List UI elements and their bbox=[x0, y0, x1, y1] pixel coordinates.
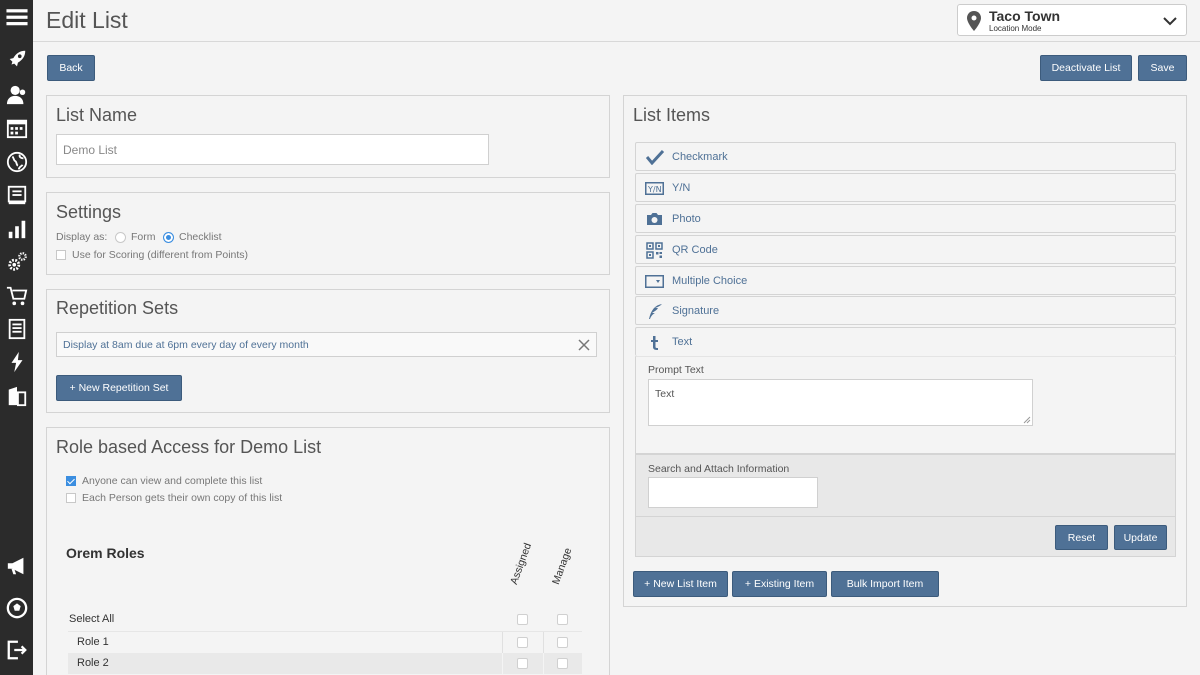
checklist-option-label: Checklist bbox=[179, 231, 222, 243]
qr-code-icon bbox=[645, 241, 664, 259]
menu-icon[interactable] bbox=[4, 4, 29, 29]
globe-icon[interactable] bbox=[4, 149, 29, 174]
roles-group-title: Orem Roles bbox=[66, 545, 145, 561]
soccer-ball-icon[interactable] bbox=[4, 595, 29, 620]
settings-title: Settings bbox=[56, 202, 122, 222]
lightning-icon[interactable] bbox=[4, 349, 29, 374]
list-item-label: Text bbox=[672, 336, 693, 348]
new-list-item-button[interactable]: + New List Item bbox=[633, 571, 728, 597]
text-icon bbox=[645, 333, 664, 351]
list-item-checkmark[interactable]: Checkmark bbox=[635, 142, 1176, 171]
quill-icon bbox=[645, 302, 664, 320]
close-icon[interactable] bbox=[578, 339, 590, 351]
select-all-row: Select All bbox=[68, 609, 582, 630]
chevron-down-icon bbox=[1163, 17, 1177, 26]
anyone-label: Anyone can view and complete this list bbox=[82, 475, 263, 487]
form-radio[interactable] bbox=[115, 232, 126, 243]
divider bbox=[636, 516, 1175, 517]
dropdown-icon bbox=[645, 272, 664, 290]
role-manage-checkbox[interactable] bbox=[557, 637, 568, 648]
repetition-title: Repetition Sets bbox=[56, 298, 179, 318]
calendar-icon[interactable] bbox=[4, 115, 29, 140]
location-selector[interactable]: Taco Town Location Mode bbox=[957, 4, 1187, 36]
role-label: Role 2 bbox=[77, 657, 109, 669]
scoring-label: Use for Scoring (different from Points) bbox=[72, 249, 249, 261]
list-name-input[interactable]: Demo List bbox=[56, 134, 489, 165]
list-item-signature[interactable]: Signature bbox=[635, 296, 1176, 325]
checkmark-icon bbox=[645, 148, 664, 166]
list-item-label: Checkmark bbox=[672, 151, 728, 163]
yes-no-icon: Y/N bbox=[645, 179, 664, 197]
bulk-import-item-button[interactable]: Bulk Import Item bbox=[831, 571, 939, 597]
svg-text:Y/N: Y/N bbox=[647, 185, 662, 194]
reset-button[interactable]: Reset bbox=[1055, 525, 1108, 550]
sidebar bbox=[0, 0, 33, 675]
bar-chart-icon[interactable] bbox=[4, 216, 29, 241]
role-manage-checkbox[interactable] bbox=[557, 658, 568, 669]
resize-handle-icon[interactable] bbox=[1023, 416, 1031, 424]
deactivate-list-button[interactable]: Deactivate List bbox=[1040, 55, 1132, 81]
select-all-manage-checkbox[interactable] bbox=[557, 614, 568, 625]
list-item-yes-no[interactable]: Y/N Y/N bbox=[635, 173, 1176, 202]
logout-icon[interactable] bbox=[4, 637, 29, 662]
table-row: Role 2 bbox=[68, 653, 582, 674]
top-bar: Edit List Taco Town Location Mode bbox=[33, 0, 1200, 42]
location-name: Taco Town bbox=[989, 8, 1061, 24]
list-item-label: Photo bbox=[672, 213, 701, 225]
list-item-label: QR Code bbox=[672, 244, 718, 256]
access-title: Role based Access for Demo List bbox=[56, 437, 322, 457]
role-label: Role 1 bbox=[77, 636, 109, 648]
cart-icon[interactable] bbox=[4, 283, 29, 308]
list-item-label: Y/N bbox=[672, 182, 691, 194]
book-icon[interactable] bbox=[4, 182, 29, 207]
camera-icon bbox=[645, 210, 664, 228]
page-title: Edit List bbox=[46, 7, 128, 33]
list-item-text[interactable]: Text bbox=[635, 327, 1176, 356]
scoring-checkbox[interactable] bbox=[56, 250, 66, 260]
rocket-icon[interactable] bbox=[4, 46, 29, 71]
building-icon[interactable] bbox=[4, 383, 29, 408]
list-item-label: Signature bbox=[672, 305, 720, 317]
new-repetition-set-button[interactable]: + New Repetition Set bbox=[56, 375, 182, 401]
form-option-label: Form bbox=[131, 231, 156, 243]
location-mode: Location Mode bbox=[989, 24, 1042, 33]
repetition-set-item[interactable]: Display at 8am due at 6pm every day of e… bbox=[56, 332, 597, 357]
role-assigned-checkbox[interactable] bbox=[517, 658, 528, 669]
document-icon[interactable] bbox=[4, 316, 29, 341]
anyone-checkbox[interactable] bbox=[66, 476, 76, 486]
existing-item-button[interactable]: + Existing Item bbox=[732, 571, 827, 597]
prompt-text-label: Prompt Text bbox=[648, 364, 704, 376]
location-pin-icon bbox=[967, 11, 981, 31]
list-item-multiple-choice[interactable]: Multiple Choice bbox=[635, 266, 1176, 295]
select-all-label: Select All bbox=[69, 613, 115, 625]
save-button[interactable]: Save bbox=[1138, 55, 1187, 81]
back-button[interactable]: Back bbox=[47, 55, 95, 81]
own-copy-label: Each Person gets their own copy of this … bbox=[82, 492, 283, 504]
display-as-label: Display as: bbox=[56, 231, 108, 243]
list-item-photo[interactable]: Photo bbox=[635, 204, 1176, 233]
role-assigned-checkbox[interactable] bbox=[517, 637, 528, 648]
prompt-text-input[interactable]: Text bbox=[648, 379, 1033, 426]
list-name-title: List Name bbox=[56, 105, 138, 125]
megaphone-icon[interactable] bbox=[4, 553, 29, 578]
search-attach-input[interactable] bbox=[648, 477, 818, 508]
list-items-title: List Items bbox=[633, 105, 711, 125]
own-copy-checkbox[interactable] bbox=[66, 493, 76, 503]
people-icon[interactable] bbox=[4, 82, 29, 107]
table-row: Role 1 bbox=[68, 631, 582, 653]
list-item-label: Multiple Choice bbox=[672, 275, 748, 287]
gears-icon[interactable] bbox=[4, 249, 29, 274]
checklist-radio[interactable] bbox=[163, 232, 174, 243]
update-button[interactable]: Update bbox=[1114, 525, 1167, 550]
list-item-qr-code[interactable]: QR Code bbox=[635, 235, 1176, 264]
search-attach-label: Search and Attach Information bbox=[648, 463, 790, 475]
select-all-assigned-checkbox[interactable] bbox=[517, 614, 528, 625]
